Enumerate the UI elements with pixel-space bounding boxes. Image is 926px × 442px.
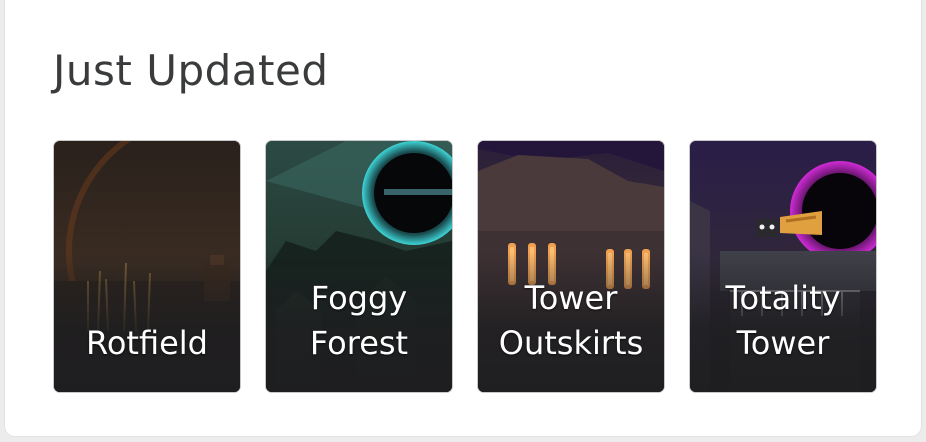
card-title-line: Totality bbox=[725, 279, 841, 317]
card-row: Rotfield Foggy Forest Tower Outskirts To… bbox=[53, 140, 877, 393]
section-title: Just Updated bbox=[53, 46, 329, 95]
game-card-rotfield[interactable]: Rotfield bbox=[53, 140, 241, 393]
card-title-foggy-forest: Foggy Forest bbox=[266, 276, 452, 366]
game-card-totality-tower[interactable]: Totality Tower bbox=[689, 140, 877, 393]
card-title-line: Outskirts bbox=[498, 324, 644, 362]
card-title-line: Rotfield bbox=[86, 324, 208, 362]
card-title-line: Forest bbox=[309, 324, 409, 362]
card-title-line: Foggy bbox=[310, 279, 408, 317]
card-title-line: Tower bbox=[736, 324, 830, 362]
card-title-tower-outskirts: Tower Outskirts bbox=[478, 276, 664, 366]
game-card-tower-outskirts[interactable]: Tower Outskirts bbox=[477, 140, 665, 393]
card-title-totality-tower: Totality Tower bbox=[690, 276, 876, 366]
game-card-foggy-forest[interactable]: Foggy Forest bbox=[265, 140, 453, 393]
card-title-line: Tower bbox=[524, 279, 618, 317]
just-updated-panel: Just Updated Rotfield Foggy Forest Tower… bbox=[5, 0, 921, 436]
card-title-rotfield: Rotfield bbox=[54, 321, 240, 366]
